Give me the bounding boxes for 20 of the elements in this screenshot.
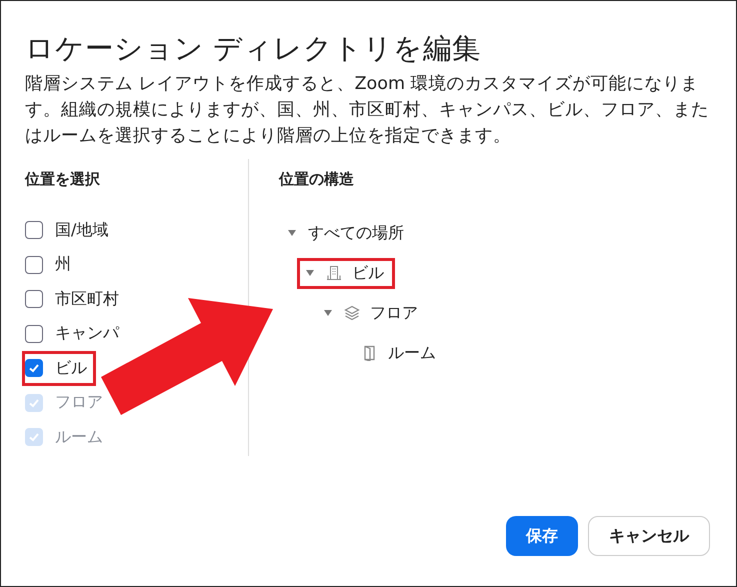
description-text: 階層システム レイアウトを作成すると、Zoom 環境のカスタマイズが可能になります。組織の規模によりますが、国、州、市区町村、キャンパス、ビル、フロア、またはルームを選択することにより階層の上位を指定できます。	[25, 73, 710, 148]
checkmark-icon	[28, 431, 40, 444]
checkmark-icon	[28, 396, 40, 409]
checkbox-option[interactable]: 州	[22, 247, 80, 282]
dialog-title: ロケーション ディレクトリを編集	[25, 31, 482, 67]
panel-heading: 位置の構造	[279, 169, 355, 189]
tree-node[interactable]: すべての場所	[279, 218, 415, 248]
building-icon	[326, 265, 342, 281]
checkbox-option[interactable]: 国/地域	[22, 212, 118, 248]
checkbox-option[interactable]: 市区町村	[22, 282, 128, 317]
cancel-button[interactable]: キャンセル	[588, 516, 710, 556]
tree-node[interactable]: ルーム	[333, 338, 447, 368]
checkbox-option[interactable]: キャンパ	[22, 316, 128, 352]
save-button[interactable]: 保存	[506, 516, 578, 556]
tree-node[interactable]: ビル	[297, 258, 395, 288]
tree-node[interactable]: フロア	[315, 298, 429, 328]
checkbox-option[interactable]: ビル	[22, 350, 96, 386]
checkmark-icon	[28, 362, 40, 374]
panel-heading: 位置を選択	[25, 169, 101, 189]
layers-icon	[344, 305, 360, 321]
